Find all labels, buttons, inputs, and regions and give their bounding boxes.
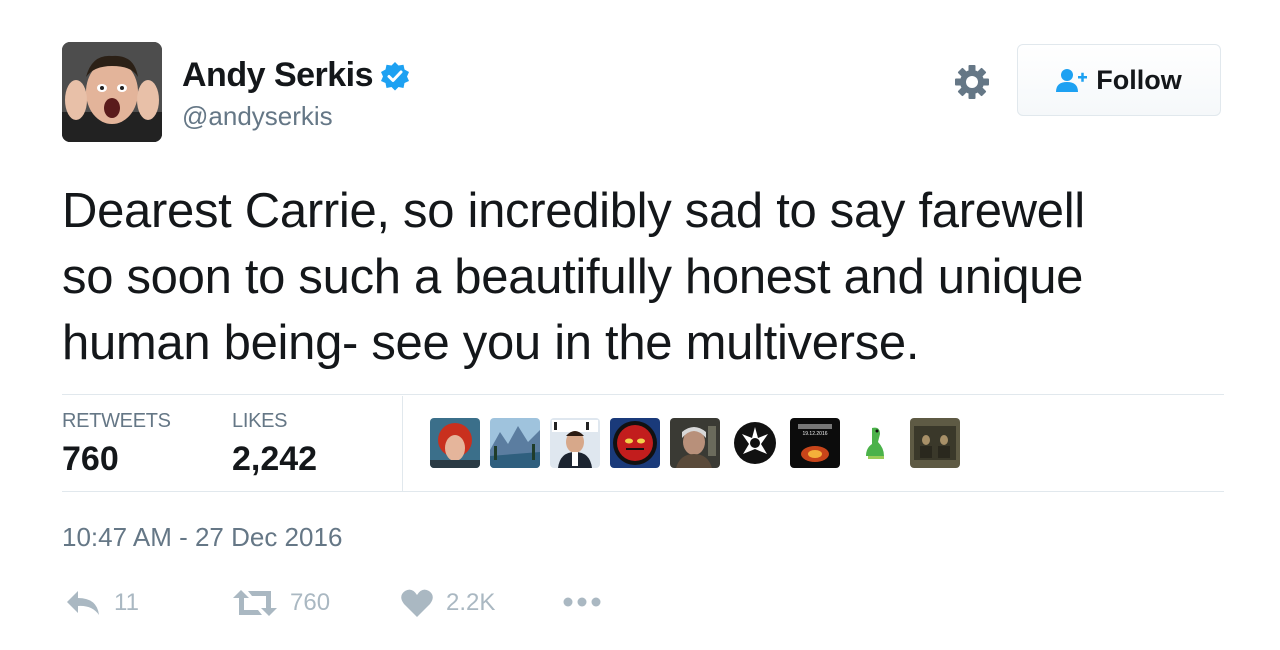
author-name[interactable]: Andy Serkis [182,56,374,95]
more-dots-icon [563,597,601,607]
follow-button[interactable]: Follow [1017,44,1221,116]
reply-count: 11 [114,589,139,616]
like-button[interactable]: 2.2K [400,588,495,618]
stats-divider [402,396,403,492]
reply-icon [67,591,99,615]
retweets-label[interactable]: RETWEETS [62,410,171,433]
liker-avatar[interactable] [490,418,540,468]
tweet-line: Dearest Carrie, so incredibly sad to say… [62,184,1085,238]
retweets-value[interactable]: 760 [62,440,119,479]
tweet-timestamp[interactable]: 10:47 AM - 27 Dec 2016 [62,522,342,553]
liker-avatar[interactable]: 19.12.2016 [790,418,840,468]
liker-avatar[interactable] [730,418,780,468]
retweet-button[interactable]: 760 [232,588,330,618]
tweet-line: human being- see you in the multiverse. [62,316,920,370]
liker-avatar[interactable] [610,418,660,468]
liker-avatar[interactable] [850,418,900,468]
likes-label[interactable]: LIKES [232,410,288,433]
tweet-text: Dearest Carrie, so incredibly sad to say… [62,178,1222,376]
retweet-count: 760 [290,589,331,616]
liker-badge-text: 19.12.2016 [802,431,828,437]
avatar-photo [62,42,162,142]
like-count: 2.2K [446,589,496,616]
gear-icon[interactable] [952,62,992,102]
liked-by-avatars: 19.12.2016 [430,418,960,468]
tweet-line: so soon to such a beautifully honest and… [62,250,1084,304]
divider-top [62,394,1224,395]
author-handle[interactable]: @andyserkis [182,101,333,132]
verified-badge-icon [381,61,410,90]
author-avatar[interactable] [62,42,162,142]
liker-avatar[interactable] [670,418,720,468]
liker-avatar[interactable] [430,418,480,468]
more-button[interactable] [562,592,602,612]
retweet-icon [233,590,277,616]
heart-icon [401,589,433,617]
divider-bottom [62,491,1224,492]
likes-value[interactable]: 2,242 [232,440,317,479]
liker-avatar[interactable] [910,418,960,468]
liker-avatar[interactable] [550,418,600,468]
follow-label: Follow [1096,64,1182,95]
reply-button[interactable]: 11 [64,588,139,618]
add-user-icon [1056,69,1088,92]
author-name-row[interactable]: Andy Serkis [182,56,411,95]
